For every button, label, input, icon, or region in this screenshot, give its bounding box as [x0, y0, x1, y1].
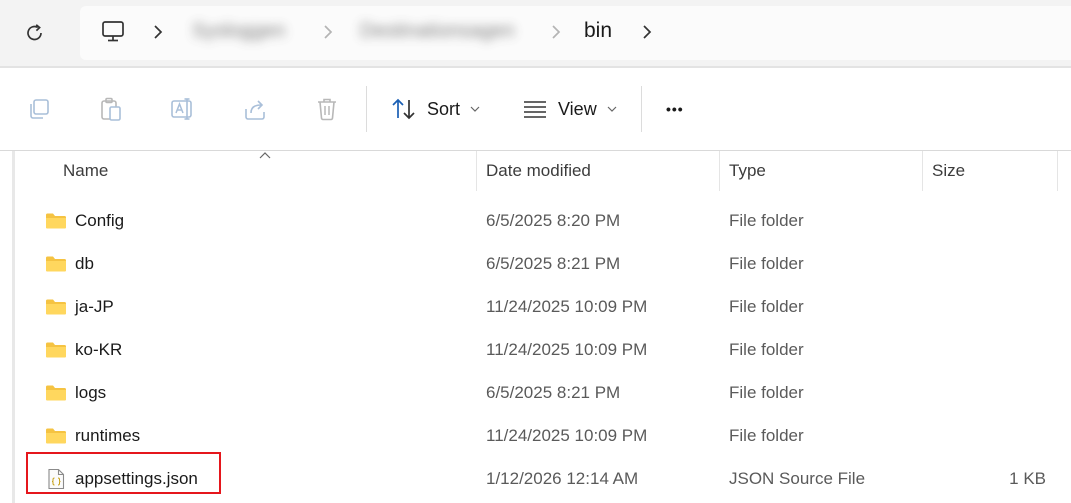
chevron-right-icon[interactable]: [550, 24, 562, 40]
file-type: File folder: [729, 340, 804, 359]
more-options-button[interactable]: •••: [666, 94, 684, 124]
folder-icon: [46, 213, 66, 229]
sort-icon: [392, 98, 415, 120]
file-type: File folder: [729, 426, 804, 445]
copy-button[interactable]: [25, 95, 53, 123]
paste-icon: [101, 97, 121, 121]
column-header-date-modified[interactable]: Date modified: [486, 161, 591, 181]
trash-icon: [318, 98, 336, 121]
list-item[interactable]: ko-KR 11/24/2025 10:09 PM File folder: [16, 329, 1071, 372]
file-type: File folder: [729, 297, 804, 316]
list-item[interactable]: Config 6/5/2025 8:20 PM File folder: [16, 200, 1071, 243]
breadcrumb-obscured-2[interactable]: Destinationsagen: [360, 20, 515, 46]
file-date-modified: 6/5/2025 8:21 PM: [486, 254, 621, 273]
file-name: ja-JP: [75, 297, 114, 316]
command-separator: [641, 86, 642, 132]
sort-button[interactable]: Sort: [391, 94, 480, 124]
sort-label: Sort: [427, 98, 461, 119]
column-divider[interactable]: [1057, 151, 1058, 191]
rename-icon: [171, 98, 192, 120]
copy-icon: [30, 99, 49, 119]
column-divider[interactable]: [922, 151, 923, 191]
folder-icon: [46, 385, 66, 401]
view-list-icon: [524, 101, 546, 118]
address-bar-area: Sysloggen Destinationsagen bin: [0, 0, 1071, 66]
list-item[interactable]: db 6/5/2025 8:21 PM File folder: [16, 243, 1071, 286]
chevron-right-icon[interactable]: [322, 24, 334, 40]
file-type: File folder: [729, 383, 804, 402]
command-separator: [366, 86, 367, 132]
column-header-type[interactable]: Type: [729, 161, 766, 181]
file-date-modified: 6/5/2025 8:21 PM: [486, 383, 621, 402]
file-date-modified: 1/12/2026 12:14 AM: [486, 469, 639, 488]
file-name: ko-KR: [75, 340, 123, 359]
paste-button[interactable]: [97, 95, 125, 123]
sort-ascending-icon: [259, 152, 271, 159]
file-date-modified: 11/24/2025 10:09 PM: [486, 340, 648, 359]
json-file-icon: [48, 468, 65, 490]
chevron-down-icon: [607, 106, 617, 112]
file-name: appsettings.json: [75, 469, 198, 488]
column-header-size[interactable]: Size: [932, 161, 965, 181]
breadcrumb-obscured-1[interactable]: Sysloggen: [192, 20, 285, 46]
breadcrumb-current[interactable]: bin: [584, 19, 612, 43]
file-date-modified: 11/24/2025 10:09 PM: [486, 426, 648, 445]
share-icon: [245, 100, 265, 120]
folder-icon: [46, 256, 66, 272]
rename-button[interactable]: [169, 95, 197, 123]
view-label: View: [558, 98, 597, 119]
refresh-button[interactable]: [20, 18, 50, 48]
file-name: runtimes: [75, 426, 141, 445]
more-options-icon: •••: [666, 101, 684, 117]
column-divider[interactable]: [719, 151, 720, 191]
folder-icon: [46, 428, 66, 444]
file-type: File folder: [729, 254, 804, 273]
folder-icon: [46, 299, 66, 315]
list-item[interactable]: runtimes 11/24/2025 10:09 PM File folder: [16, 415, 1071, 458]
file-date-modified: 6/5/2025 8:20 PM: [486, 211, 621, 230]
file-name: db: [75, 254, 94, 273]
file-type: JSON Source File: [729, 469, 866, 488]
list-item[interactable]: appsettings.json 1/12/2026 12:14 AM JSON…: [16, 458, 1071, 501]
file-name: logs: [75, 383, 107, 402]
share-button[interactable]: [241, 95, 269, 123]
file-type: File folder: [729, 211, 804, 230]
column-divider[interactable]: [476, 151, 477, 191]
file-list: Name Date modified Type Size Config 6/5/…: [0, 151, 1071, 503]
list-item[interactable]: logs 6/5/2025 8:21 PM File folder: [16, 372, 1071, 415]
refresh-icon: [27, 24, 42, 41]
file-size: 1 KB: [1009, 469, 1046, 488]
view-button[interactable]: View: [522, 94, 617, 124]
column-header-name[interactable]: Name: [63, 161, 108, 181]
delete-button[interactable]: [313, 95, 341, 123]
folder-icon: [46, 342, 66, 358]
file-date-modified: 11/24/2025 10:09 PM: [486, 297, 648, 316]
chevron-right-icon[interactable]: [641, 24, 653, 40]
chevron-right-icon[interactable]: [152, 24, 164, 40]
this-pc-icon[interactable]: [100, 19, 126, 45]
list-item[interactable]: ja-JP 11/24/2025 10:09 PM File folder: [16, 286, 1071, 329]
command-bar: Sort View •••: [0, 68, 1071, 150]
navigation-pane-edge: [12, 151, 15, 503]
chevron-down-icon: [470, 106, 480, 112]
file-name: Config: [75, 211, 125, 230]
